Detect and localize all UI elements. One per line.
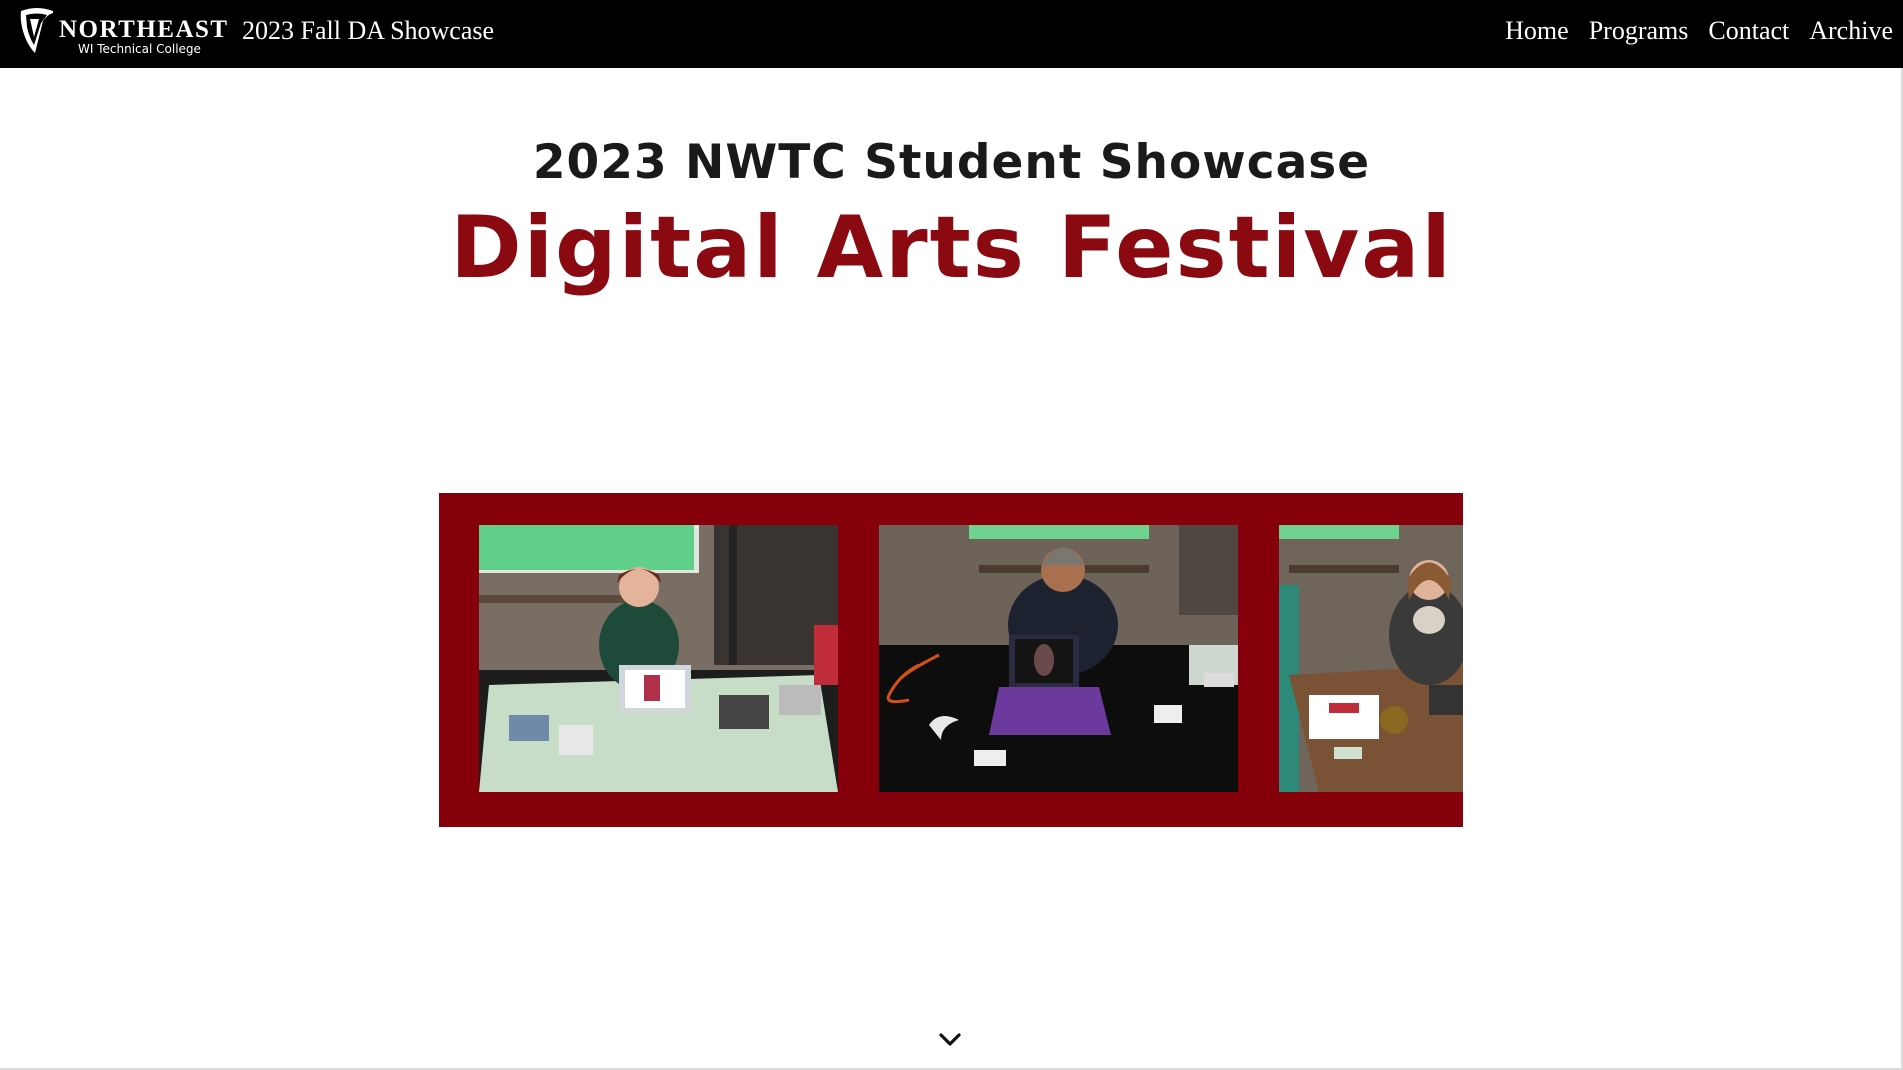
nav-programs[interactable]: Programs — [1589, 16, 1689, 46]
nav-contact[interactable]: Contact — [1708, 16, 1789, 46]
scroll-down-chevron[interactable] — [938, 1030, 962, 1050]
showcase-heading: 2023 NWTC Student Showcase — [532, 135, 1371, 190]
student-presenter-photo-1 — [479, 525, 838, 792]
shield-logo-icon — [20, 8, 53, 53]
site-title[interactable]: 2023 Fall DA Showcase — [242, 16, 494, 46]
carousel-slide-2[interactable] — [879, 525, 1238, 792]
festival-title: Digital Arts Festival — [450, 198, 1453, 298]
nav-archive[interactable]: Archive — [1809, 16, 1893, 46]
carousel-slide-3[interactable] — [1279, 525, 1463, 792]
logo-subtitle: WI Technical College — [78, 42, 201, 56]
student-presenter-photo-2 — [879, 525, 1238, 792]
main-nav: Home Programs Contact Archive — [1505, 16, 1893, 46]
site-header: NORTHEAST WI Technical College 2023 Fall… — [0, 0, 1903, 68]
photo-carousel[interactable] — [439, 493, 1463, 827]
logo-name: NORTHEAST — [59, 16, 229, 43]
student-presenter-photo-3 — [1279, 525, 1463, 792]
chevron-down-icon — [939, 1033, 961, 1046]
nav-home[interactable]: Home — [1505, 16, 1569, 46]
carousel-slide-1[interactable] — [479, 525, 838, 792]
nwtc-logo[interactable]: NORTHEAST WI Technical College — [17, 7, 227, 61]
